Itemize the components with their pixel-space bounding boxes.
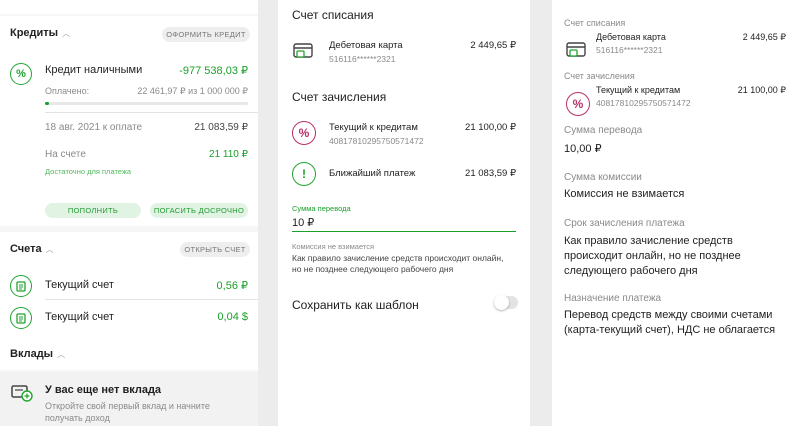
card-icon — [293, 43, 313, 65]
loan-amount: -977 538,03 ₽ — [179, 65, 248, 77]
credit-account-balance: 21 100,00 ₽ — [465, 122, 516, 133]
credit-account-title: Счет зачисления — [564, 71, 635, 81]
account-balance: 0,04 $ — [217, 311, 248, 323]
debit-card-name[interactable]: Дебетовая карта — [329, 40, 403, 51]
paid-label: Оплачено: — [45, 86, 90, 96]
loan-name[interactable]: Кредит наличными — [45, 64, 142, 76]
percent-icon: % — [566, 92, 590, 116]
card-icon — [566, 42, 586, 64]
commission-text-2: но не позднее следующего рабочего дня — [292, 264, 454, 274]
debit-account-title: Счет списания — [564, 18, 626, 28]
deposits-header: Вклады ︿ — [0, 340, 258, 370]
due-date-label: 18 авг. 2021 к оплате — [45, 122, 143, 133]
commission-value: Комиссия не взимается — [564, 188, 685, 200]
credits-section-title[interactable]: Кредиты ︿ — [10, 27, 70, 39]
next-payment-value: 21 083,59 ₽ — [465, 168, 516, 179]
on-account-label: На счете — [45, 149, 86, 160]
debit-card-name: Дебетовая карта — [596, 32, 666, 42]
paid-value: 22 461,97 ₽ из 1 000 000 ₽ — [137, 86, 248, 96]
alert-icon: ! — [292, 162, 316, 186]
accounts-card: Счета ︿ ОТКРЫТЬ СЧЕТ Текущий счет 0,56 ₽ … — [0, 232, 258, 340]
credit-account-balance: 21 100,00 ₽ — [737, 85, 786, 95]
credit-account-title: Счет зачисления — [292, 90, 387, 104]
paid-progress-fill — [45, 102, 50, 105]
no-deposit-subtitle-1: Откройте свой первый вклад и начните — [45, 401, 210, 411]
debit-card-number: 516116******2321 — [596, 45, 663, 55]
debit-card-balance: 2 449,65 ₽ — [742, 32, 786, 42]
document-icon — [10, 275, 32, 297]
next-payment-label: Ближайший платеж — [329, 168, 416, 179]
divider — [45, 112, 258, 113]
account-name[interactable]: Текущий счет — [45, 279, 114, 291]
commission-text-1: Как правило зачисление средств происходи… — [292, 253, 504, 263]
deposit-add-icon — [11, 384, 33, 407]
credit-account-number: 40817810295750571472 — [329, 136, 424, 146]
top-card-remnant — [0, 0, 258, 14]
percent-icon: % — [292, 121, 316, 145]
divider — [45, 299, 258, 300]
credit-account-name[interactable]: Текущий к кредитам — [329, 122, 418, 133]
transfer-confirmation-panel: Счет списания Дебетовая карта 2 449,65 ₽… — [552, 0, 800, 426]
percent-icon: % — [10, 63, 32, 85]
amount-label: Сумма перевода — [564, 125, 643, 136]
on-account-value: 21 110 ₽ — [209, 149, 248, 160]
toggle-knob — [494, 295, 509, 310]
accounts-section-title[interactable]: Счета ︿ — [10, 243, 54, 255]
accounts-overview-panel: Кредиты ︿ ОФОРМИТЬ КРЕДИТ % Кредит наличн… — [0, 0, 258, 426]
commission-title: Комиссия не взимается — [292, 242, 375, 251]
debit-account-title: Счет списания — [292, 8, 374, 22]
save-template-toggle[interactable] — [494, 295, 518, 310]
amount-underline — [292, 231, 516, 232]
debit-card-balance: 2 449,65 ₽ — [470, 40, 516, 51]
amount-label: Сумма перевода — [292, 204, 351, 213]
term-value-2: происходит онлайн, но не позднее — [564, 250, 741, 262]
top-up-button[interactable]: ПОПОЛНИТЬ — [45, 203, 141, 218]
chevron-up-icon: ︿ — [62, 29, 71, 38]
account-balance: 0,56 ₽ — [216, 280, 248, 292]
sufficient-note: Достаточно для платежа — [45, 167, 132, 176]
account-name[interactable]: Текущий счет — [45, 311, 114, 323]
due-amount: 21 083,59 ₽ — [194, 122, 248, 133]
document-icon — [10, 307, 32, 329]
chevron-up-icon: ︿ — [45, 245, 54, 254]
amount-input[interactable]: 10 ₽ — [292, 216, 314, 229]
term-label: Срок зачисления платежа — [564, 218, 685, 229]
commission-label: Сумма комиссии — [564, 172, 642, 183]
no-deposit-subtitle-2: получать доход — [45, 413, 110, 423]
no-deposit-title: У вас еще нет вклада — [45, 384, 162, 396]
save-template-label: Сохранить как шаблон — [292, 298, 419, 312]
credit-account-name: Текущий к кредитам — [596, 85, 681, 95]
paid-progress-bar — [45, 102, 248, 105]
term-value-1: Как правило зачисление средств — [564, 235, 733, 247]
amount-value: 10,00 ₽ — [564, 143, 602, 155]
debit-card-number: 516116******2321 — [329, 54, 396, 64]
get-credit-button[interactable]: ОФОРМИТЬ КРЕДИТ — [162, 27, 250, 42]
transfer-form-panel: Счет списания Дебетовая карта 2 449,65 ₽… — [278, 0, 530, 426]
credit-account-number: 40817810295750571472 — [596, 98, 691, 108]
early-repay-button[interactable]: ПОГАСИТЬ ДОСРОЧНО — [150, 203, 248, 218]
chevron-up-icon: ︿ — [57, 350, 66, 359]
deposits-empty-card[interactable]: У вас еще нет вклада Откройте свой первы… — [0, 372, 258, 426]
purpose-label: Назначение платежа — [564, 293, 662, 304]
open-account-button[interactable]: ОТКРЫТЬ СЧЕТ — [180, 242, 250, 257]
credits-card: Кредиты ︿ ОФОРМИТЬ КРЕДИТ % Кредит наличн… — [0, 16, 258, 226]
term-value-3: следующего рабочего дня — [564, 265, 698, 277]
purpose-value-1: Перевод средств между своими счетами — [564, 309, 773, 321]
purpose-value-2: (карта-текущий счет), НДС не облагается — [564, 324, 776, 336]
deposits-section-title[interactable]: Вклады ︿ — [10, 348, 65, 360]
